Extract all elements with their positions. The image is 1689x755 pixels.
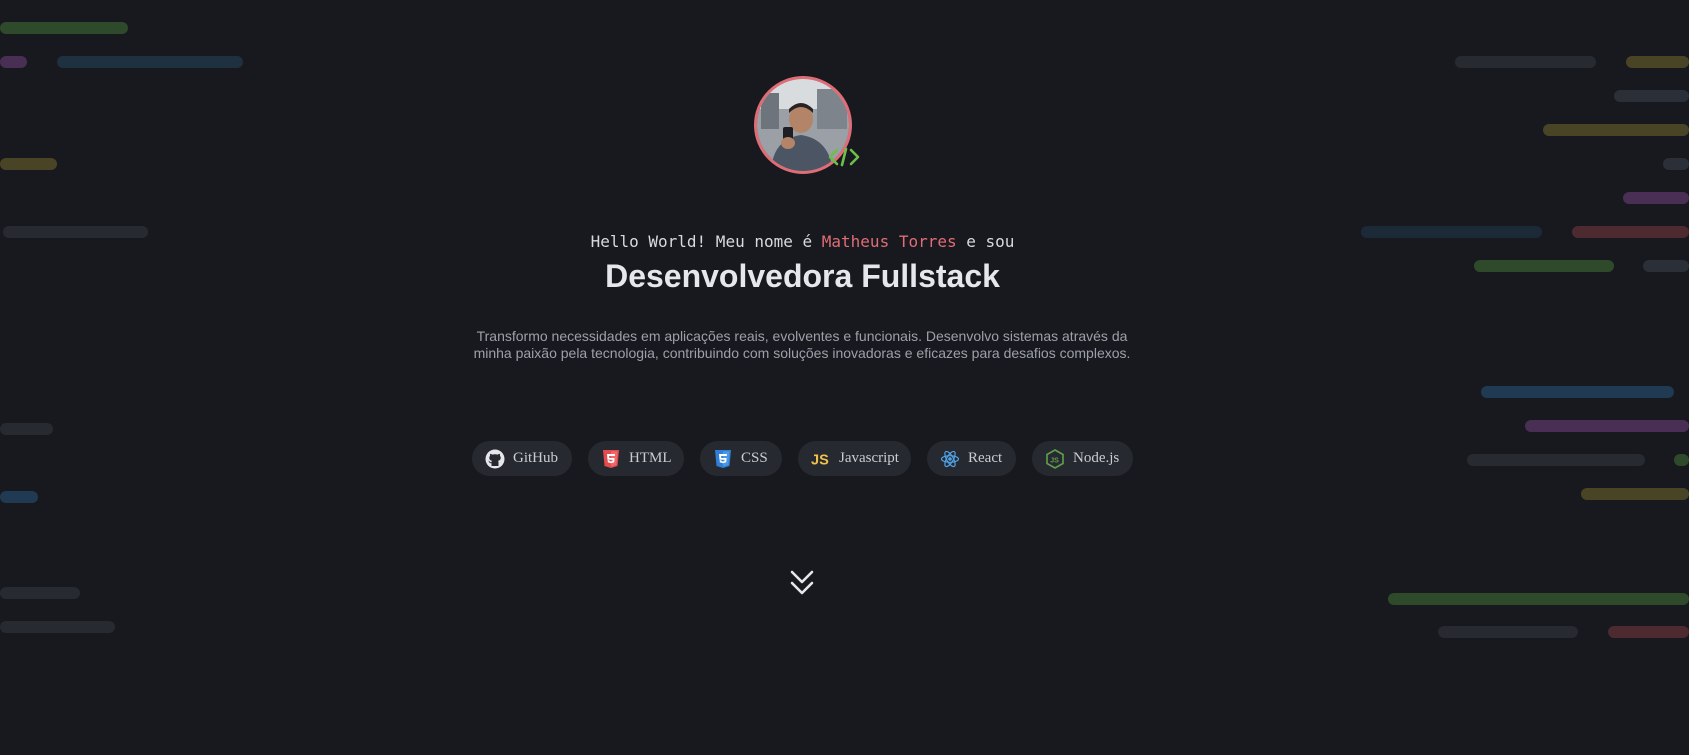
description: Transformo necessidades em aplicações re… [473,328,1131,361]
intro-line: Hello World! Meu nome é Matheus Torres e… [0,232,1605,251]
react-icon [940,449,960,469]
tag-javascript[interactable]: JS Javascript [798,441,911,476]
javascript-icon: JS [811,449,831,469]
hero-page: Hello World! Meu nome é Matheus Torres e… [0,0,1689,755]
svg-text:JS: JS [811,452,829,468]
tag-css[interactable]: CSS [700,441,782,476]
intro-suffix: e sou [956,232,1015,251]
tag-label: Node.js [1073,450,1120,466]
svg-text:JS: JS [1050,457,1059,464]
github-icon [485,449,505,469]
intro-prefix: Hello World! Meu nome é [590,232,822,251]
tag-label: CSS [741,450,768,466]
developer-name: Matheus Torres [821,232,957,251]
role-title: Desenvolvedora Fullstack [605,258,1000,294]
tag-html[interactable]: HTML [588,441,684,476]
double-chevron-down-icon[interactable] [788,568,816,598]
hero-section: Hello World! Meu nome é Matheus Torres e… [0,0,1689,755]
tag-label: HTML [629,450,672,466]
avatar-container [754,76,860,174]
tag-label: GitHub [513,450,558,466]
code-icon [828,146,860,168]
tag-label: Javascript [839,450,899,466]
tag-nodejs[interactable]: JS Node.js [1032,441,1133,476]
tag-label: React [968,450,1003,466]
tag-github[interactable]: GitHub [472,441,572,476]
html5-icon [601,449,621,469]
nodejs-icon: JS [1045,448,1065,469]
tag-react[interactable]: React [927,441,1016,476]
css3-icon [713,449,733,469]
